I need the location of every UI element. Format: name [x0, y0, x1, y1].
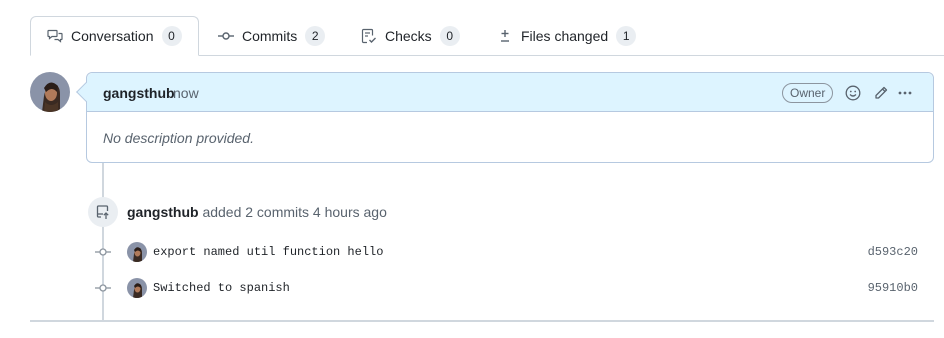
commit-row: Switched to spanish 95910b0: [0, 276, 944, 300]
comment-discussion-icon: [47, 29, 63, 43]
tab-label: Conversation: [71, 28, 154, 44]
comment-timestamp[interactable]: now: [173, 85, 199, 101]
tab-label: Checks: [385, 28, 432, 44]
timeline-event-text: gangsthub added 2 commits 4 hours ago: [127, 204, 387, 220]
timeline-event-badge: [88, 197, 118, 227]
comment-author[interactable]: gangsthub: [103, 85, 175, 101]
git-commit-icon: [218, 32, 234, 40]
avatar-image: [30, 72, 70, 112]
timeline-end-divider: [30, 320, 934, 322]
commit-row: export named util function hello d593c20: [0, 240, 944, 264]
comment-header: gangsthub now Owner: [87, 73, 933, 112]
tab-label: Files changed: [521, 28, 609, 44]
git-commit-icon: [95, 248, 111, 256]
commit-sha[interactable]: 95910b0: [868, 281, 918, 295]
git-commit-icon: [95, 284, 111, 292]
owner-badge: Owner: [782, 83, 834, 103]
tab-conversation[interactable]: Conversation 0: [30, 16, 199, 56]
commit-message[interactable]: Switched to spanish: [153, 281, 290, 295]
checklist-icon: [361, 28, 376, 44]
tab-counter: 2: [305, 26, 326, 46]
pr-tabs: Conversation 0 Commits 2 Checks 0 Files …: [0, 0, 944, 56]
tab-counter: 0: [439, 26, 460, 46]
author-avatar[interactable]: [30, 72, 70, 112]
commit-author-avatar[interactable]: [127, 278, 147, 298]
repo-push-icon: [96, 205, 109, 219]
smiley-icon[interactable]: [845, 85, 861, 101]
event-actor[interactable]: gangsthub: [127, 204, 199, 220]
avatar-image: [127, 278, 147, 298]
tab-counter: 1: [616, 26, 637, 46]
commit-author-avatar[interactable]: [127, 242, 147, 262]
pr-description-comment: gangsthub now Owner No description provi…: [86, 72, 934, 163]
tab-checks[interactable]: Checks 0: [361, 16, 460, 56]
tab-files-changed[interactable]: Files changed 1: [497, 16, 637, 56]
tab-counter: 0: [161, 26, 182, 46]
avatar-image: [127, 242, 147, 262]
event-description: added 2 commits 4 hours ago: [202, 204, 387, 220]
commit-sha[interactable]: d593c20: [868, 245, 918, 259]
tab-commits[interactable]: Commits 2: [218, 16, 326, 56]
kebab-horizontal-icon[interactable]: [897, 85, 913, 101]
tab-label: Commits: [242, 28, 298, 44]
file-diff-icon: [501, 30, 509, 42]
pencil-icon[interactable]: [873, 85, 889, 101]
commit-message[interactable]: export named util function hello: [153, 245, 383, 259]
comment-body: No description provided.: [103, 130, 254, 146]
